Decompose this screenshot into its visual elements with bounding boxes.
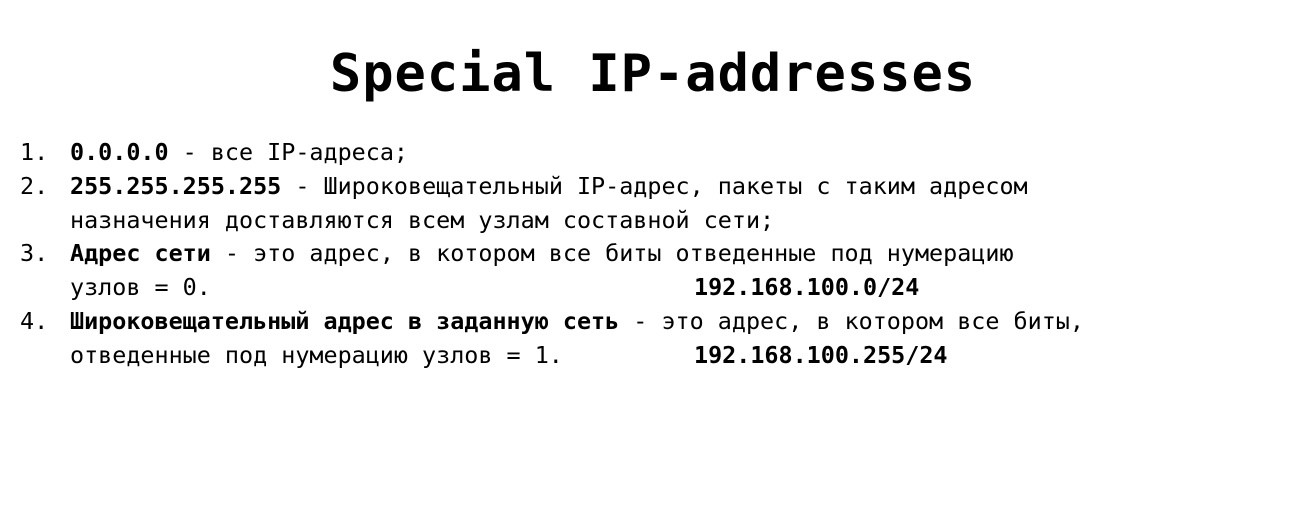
list-item-line: узлов = 0. 192.168.100.0/24 <box>70 271 1290 305</box>
list-item-1: 1. 0.0.0.0 - все IP-адреса; <box>20 136 1290 170</box>
page-title: Special IP-addresses <box>329 44 977 104</box>
item-description: - все IP-адреса; <box>168 138 408 166</box>
address-term: Широковещательный адрес в заданную сеть <box>70 306 620 335</box>
list-item-number: 1. <box>20 138 49 166</box>
special-addresses-list: 1. 0.0.0.0 - все IP-адреса; 2. 255.255.2… <box>20 136 1290 373</box>
item-description: - Широковещательный IP-адрес, пакеты с т… <box>281 171 1028 200</box>
list-item-line: отведенные под нумерацию узлов = 1. 192.… <box>70 339 1290 373</box>
list-item-line: 0.0.0.0 - все IP-адреса; <box>70 136 1290 170</box>
list-item-line: Адрес сети - это адрес, в котором все би… <box>70 237 1290 271</box>
address-term: Адрес сети <box>70 239 211 268</box>
example-address: 192.168.100.255/24 <box>694 340 948 369</box>
list-item-4: 4. Широковещательный адрес в заданную се… <box>20 305 1290 373</box>
list-item-number: 4. <box>20 306 49 335</box>
example-address: 192.168.100.0/24 <box>694 273 920 302</box>
list-item-3: 3. Адрес сети - это адрес, в котором все… <box>20 237 1290 305</box>
item-description-continued: отведенные под нумерацию узлов = 1. <box>70 340 563 369</box>
list-item-2: 2. 255.255.255.255 - Широковещательный I… <box>20 170 1290 238</box>
list-item-line: Широковещательный адрес в заданную сеть … <box>70 305 1290 339</box>
list-item-number: 3. <box>20 239 49 268</box>
list-item-number: 2. <box>20 171 49 200</box>
address-term: 255.255.255.255 <box>70 171 282 200</box>
list-item-line: 255.255.255.255 - Широковещательный IP-а… <box>70 170 1290 204</box>
item-description: - это адрес, в котором все биты, <box>619 306 1084 335</box>
item-description-continued: узлов = 0. <box>70 273 211 302</box>
item-description-continued: назначения доставляются всем узлам соста… <box>70 205 775 234</box>
item-description: - это адрес, в котором все биты отведенн… <box>210 239 1014 268</box>
address-term: 0.0.0.0 <box>70 138 169 166</box>
